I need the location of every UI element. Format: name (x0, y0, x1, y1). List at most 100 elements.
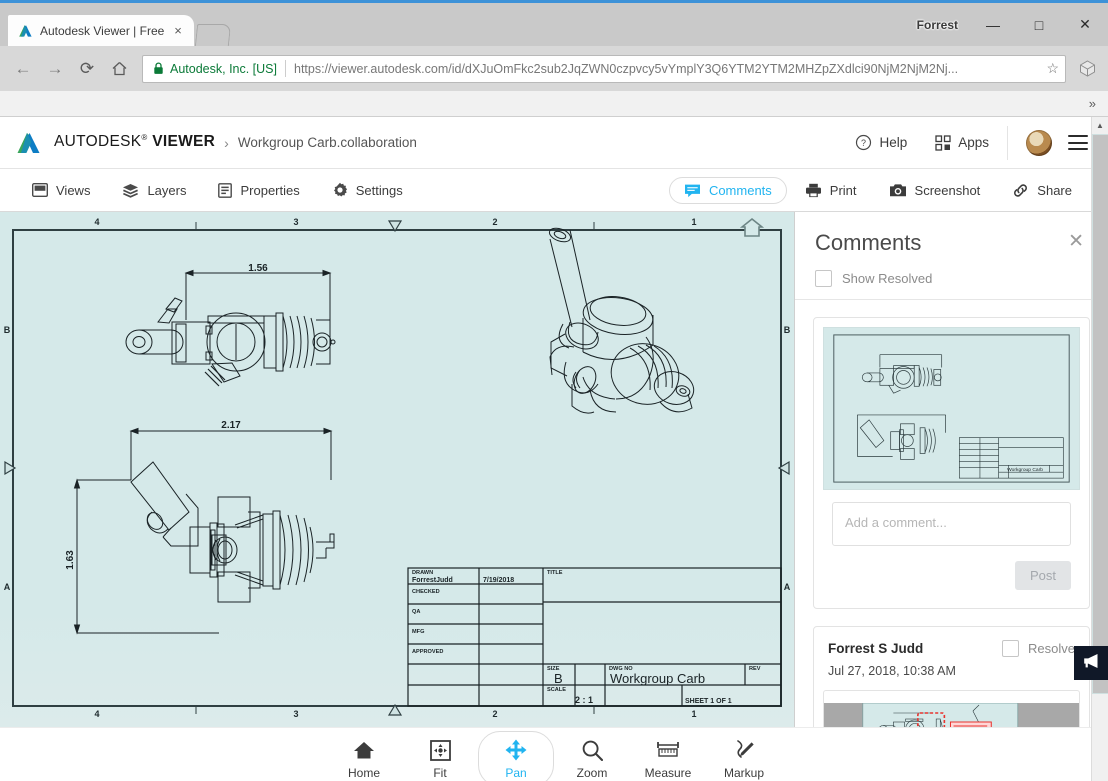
link-icon (1012, 183, 1029, 198)
apps-button[interactable]: Apps (921, 117, 1003, 168)
drawing-canvas[interactable]: 4321 4321 BA BA 1.56 2.17 1.63 DRAWN CHE… (0, 212, 795, 727)
home-icon[interactable] (104, 54, 134, 84)
properties-icon (218, 182, 233, 198)
svg-text:4: 4 (94, 709, 99, 719)
comment-thread-inner: Forrest S Judd Resolve Jul 27, 2018, 10:… (814, 627, 1089, 678)
megaphone-icon (1082, 652, 1101, 674)
show-resolved-row[interactable]: Show Resolved (815, 270, 1088, 287)
dock-button-zoom[interactable]: Zoom (554, 732, 630, 781)
new-tab-button[interactable] (194, 24, 232, 46)
post-row: Post (832, 561, 1071, 590)
toolbar-item-screenshot[interactable]: Screenshot (875, 178, 995, 203)
header-divider (1007, 125, 1008, 160)
svg-text:TITLE: TITLE (547, 570, 563, 576)
drawing-sheet: 4321 4321 BA BA 1.56 2.17 1.63 DRAWN CHE… (0, 212, 794, 727)
svg-text:2: 2 (492, 709, 497, 719)
svg-text:Workgroup Carb: Workgroup Carb (610, 671, 705, 686)
svg-text:A: A (784, 582, 791, 592)
pencil-icon (733, 738, 755, 762)
post-button[interactable]: Post (1014, 561, 1071, 590)
window-controls: Forrest — □ ✕ (917, 3, 1108, 46)
svg-text:MFG: MFG (412, 629, 424, 635)
bookmarks-bar: » (0, 91, 1108, 117)
work-area: 4321 4321 BA BA 1.56 2.17 1.63 DRAWN CHE… (0, 212, 1108, 727)
close-icon[interactable]: ✕ (1064, 230, 1088, 253)
svg-text:1: 1 (691, 709, 696, 719)
canvas-home-icon[interactable] (739, 217, 765, 237)
comment-thread-card: Forrest S Judd Resolve Jul 27, 2018, 10:… (813, 626, 1090, 727)
scroll-up-arrow-icon[interactable]: ▲ (1092, 117, 1108, 134)
pan-arrows-icon (505, 738, 527, 762)
autodesk-viewer-app: ▲ AUTODESK® VIEWER › Workgroup Carb.coll… (0, 117, 1108, 781)
window-maximize-button[interactable]: □ (1016, 10, 1062, 40)
drawing-thumbnail[interactable]: Workgroup Carb (823, 327, 1080, 490)
dock-button-markup[interactable]: Markup (706, 732, 782, 781)
avatar-wrap (1012, 129, 1062, 156)
app-header: AUTODESK® VIEWER › Workgroup Carb.collab… (0, 117, 1108, 169)
dock-button-markup-label: Markup (723, 766, 764, 780)
resolve-label: Resolve (1028, 641, 1075, 656)
browser-tab[interactable]: Autodesk Viewer | Free O × (8, 15, 194, 46)
dock-button-pan-label: Pan (505, 766, 527, 780)
resolve-checkbox[interactable] (1002, 640, 1020, 657)
page-scrollbar-thumb[interactable] (1092, 134, 1108, 694)
toolbar-item-share[interactable]: Share (998, 178, 1086, 203)
tab-close-icon[interactable]: × (170, 23, 186, 39)
omnibox-divider (285, 60, 286, 77)
omnibox[interactable]: Autodesk, Inc. [US] https://viewer.autod… (142, 54, 1066, 83)
hamburger-menu-icon[interactable] (1068, 135, 1088, 150)
show-resolved-label: Show Resolved (842, 271, 933, 286)
dock-button-pan[interactable]: Pan (478, 731, 554, 781)
brand-viewer: VIEWER (152, 133, 216, 151)
brand-autodesk: AUTODESK (54, 133, 142, 151)
help-button[interactable]: ? Help (841, 117, 921, 168)
window-minimize-button[interactable]: — (970, 10, 1016, 40)
autodesk-logo-icon (16, 131, 44, 155)
resolve-control[interactable]: Resolve (1002, 640, 1075, 657)
help-label: Help (879, 135, 908, 150)
comments-panel-header: Comments ✕ Show Resolved (795, 212, 1108, 300)
svg-text:REV: REV (749, 666, 761, 672)
bookmarks-overflow-icon[interactable]: » (1089, 96, 1096, 111)
browser-chrome: Autodesk Viewer | Free O × Forrest — □ ✕… (0, 0, 1108, 117)
svg-text:SHEET 1 OF 1: SHEET 1 OF 1 (685, 698, 732, 705)
window-close-button[interactable]: ✕ (1062, 10, 1108, 40)
svg-text:Workgroup Carb: Workgroup Carb (1007, 467, 1043, 473)
announcement-button[interactable] (1074, 646, 1108, 680)
svg-text:3: 3 (293, 709, 298, 719)
toolbar-item-print[interactable]: Print (791, 178, 871, 203)
toolbar-item-properties[interactable]: Properties (204, 178, 313, 203)
toolbar-item-print-label: Print (829, 182, 857, 198)
back-icon[interactable]: ← (8, 54, 38, 84)
svg-text:2 : 1: 2 : 1 (575, 695, 593, 705)
show-resolved-checkbox[interactable] (815, 270, 832, 287)
bookmark-star-icon[interactable]: ☆ (1046, 60, 1059, 77)
dock-button-measure[interactable]: Measure (630, 732, 706, 781)
security-label: Autodesk, Inc. [US] (170, 61, 277, 76)
add-comment-input[interactable] (832, 502, 1071, 546)
dock-button-home-label: Home (347, 766, 380, 780)
title-block-values: ForrestJudd 7/19/2018 B Workgroup Carb 2… (412, 577, 732, 705)
reload-icon[interactable]: ⟳ (72, 54, 102, 84)
toolbar-item-layers[interactable]: Layers (108, 178, 200, 203)
toolbar-item-views[interactable]: Views (18, 178, 104, 203)
comment-markup-thumbnail[interactable] (823, 690, 1080, 727)
page-scrollbar[interactable]: ▲ (1091, 117, 1108, 781)
dock-button-fit[interactable]: Fit (402, 732, 478, 781)
breadcrumb[interactable]: Workgroup Carb.collaboration (238, 135, 417, 150)
cube-extension-icon[interactable] (1074, 56, 1100, 82)
toolbar-item-settings[interactable]: Settings (318, 177, 417, 203)
avatar[interactable] (1026, 129, 1052, 156)
svg-text:?: ? (861, 138, 866, 148)
title-block (407, 567, 782, 707)
toolbar-item-comments[interactable]: Comments (668, 176, 787, 204)
url-text[interactable]: https://viewer.autodesk.com/id/dXJuOmFkc… (294, 62, 1040, 76)
help-circle-icon: ? (855, 134, 872, 151)
dock-button-home[interactable]: Home (326, 732, 402, 781)
forward-icon[interactable]: → (40, 54, 70, 84)
profile-name-label[interactable]: Forrest (917, 18, 958, 32)
lock-icon (153, 62, 164, 75)
brand-title[interactable]: AUTODESK® VIEWER (54, 133, 215, 151)
comments-panel-body[interactable]: Workgroup Carb Post Forrest S Judd (795, 300, 1108, 727)
comment-author: Forrest S Judd (828, 641, 924, 656)
